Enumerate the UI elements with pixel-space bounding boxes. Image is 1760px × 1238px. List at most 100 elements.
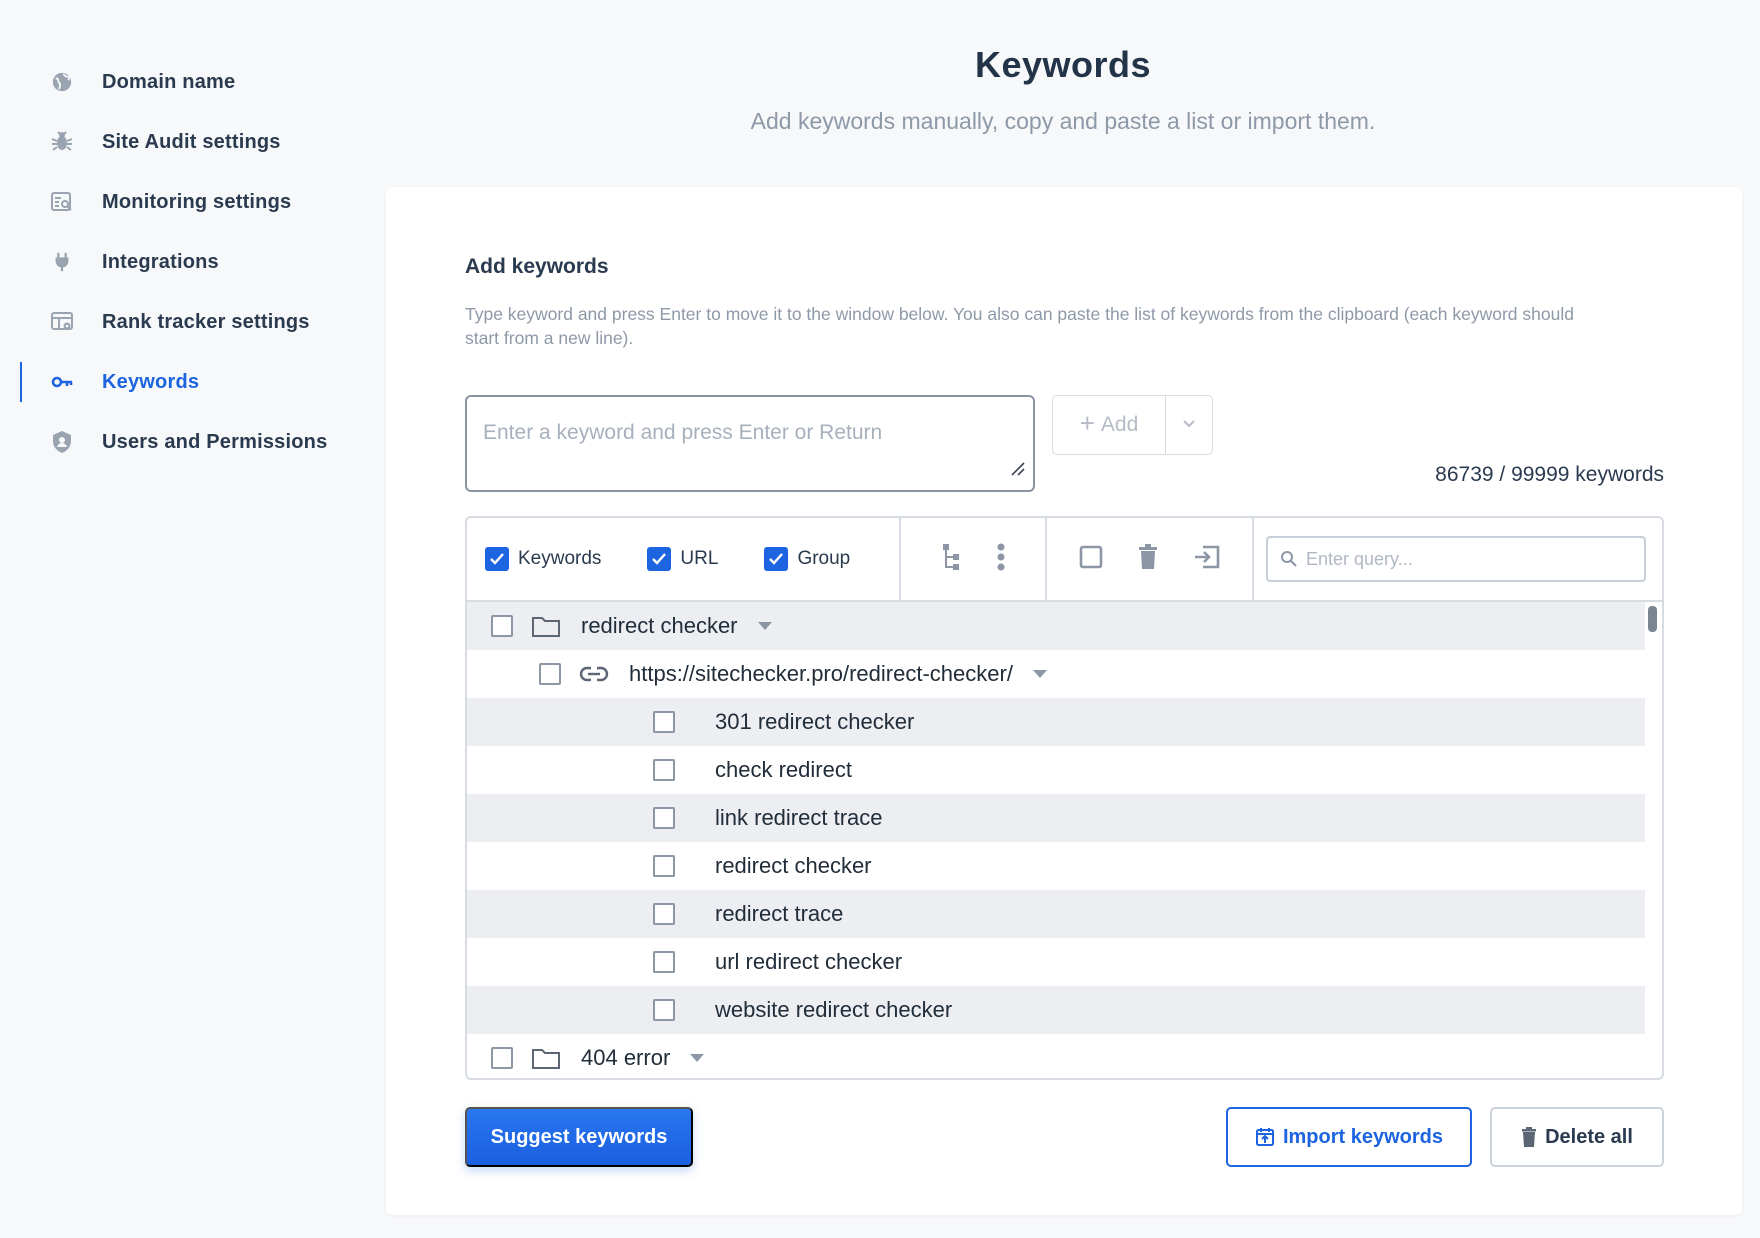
row-checkbox[interactable] <box>653 711 675 733</box>
tree-row-keyword[interactable]: url redirect checker <box>467 938 1645 986</box>
keyword-input[interactable]: Enter a keyword and press Enter or Retur… <box>465 395 1035 492</box>
search-icon <box>1280 550 1298 568</box>
column-toggles: Keywords URL Group <box>467 518 901 600</box>
page-header: Keywords Add keywords manually, copy and… <box>386 44 1740 135</box>
shield-user-icon <box>50 430 74 454</box>
row-checkbox[interactable] <box>653 999 675 1021</box>
plug-icon <box>50 250 74 274</box>
trash-icon <box>1521 1127 1537 1147</box>
resize-handle-icon[interactable] <box>1009 458 1025 482</box>
tree-row-group[interactable]: 404 error <box>467 1034 1645 1078</box>
tree-row-keyword[interactable]: redirect trace <box>467 890 1645 938</box>
move-to-icon[interactable] <box>1193 544 1221 575</box>
group-name: redirect checker <box>581 613 738 638</box>
keyword-text: website redirect checker <box>715 997 953 1022</box>
sidebar-item-label: Integrations <box>102 250 219 273</box>
search-input[interactable]: Enter query... <box>1266 536 1646 582</box>
bug-icon <box>50 130 74 154</box>
search-placeholder: Enter query... <box>1306 548 1413 569</box>
tree-row-keyword[interactable]: website redirect checker <box>467 986 1645 1034</box>
toggle-url[interactable]: URL <box>647 547 718 571</box>
import-keywords-label: Import keywords <box>1282 1125 1444 1148</box>
sidebar-item-monitoring-settings[interactable]: Monitoring settings <box>0 172 360 232</box>
toggle-group[interactable]: Group <box>764 547 850 571</box>
suggest-keywords-label: Suggest keywords <box>490 1125 668 1148</box>
sidebar: Domain name Site Audit settings Monitori… <box>0 52 360 472</box>
keyword-text: check redirect <box>715 757 852 782</box>
table-toolbar: Keywords URL Group Enter query... <box>467 518 1662 602</box>
caret-down-icon[interactable] <box>690 1054 705 1062</box>
page-subtitle: Add keywords manually, copy and paste a … <box>750 108 1376 134</box>
sidebar-item-label: Domain name <box>102 70 236 93</box>
checkbox-checked[interactable] <box>485 547 509 571</box>
caret-down-icon[interactable] <box>1032 670 1047 678</box>
tree-row-keyword[interactable]: redirect checker <box>467 842 1645 890</box>
row-checkbox[interactable] <box>653 807 675 829</box>
sidebar-item-label: Rank tracker settings <box>102 310 310 333</box>
toggle-label: URL <box>680 548 719 569</box>
sidebar-item-rank-tracker-settings[interactable]: Rank tracker settings <box>0 292 360 352</box>
checkbox-checked[interactable] <box>647 547 672 571</box>
page-title: Keywords <box>974 44 1152 85</box>
trash-icon[interactable] <box>1138 543 1158 575</box>
key-icon <box>50 370 74 394</box>
tree-row-group[interactable]: redirect checker <box>467 602 1645 650</box>
toggle-keywords[interactable]: Keywords <box>485 547 601 571</box>
tree-tools <box>901 518 1047 600</box>
row-checkbox[interactable] <box>491 1047 513 1069</box>
sidebar-item-site-audit-settings[interactable]: Site Audit settings <box>0 112 360 172</box>
tree-row-url[interactable]: https://sitechecker.pro/redirect-checker… <box>467 650 1645 698</box>
keyword-text: redirect trace <box>715 901 844 926</box>
keyword-text: link redirect trace <box>715 805 883 830</box>
sidebar-item-integrations[interactable]: Integrations <box>0 232 360 292</box>
add-button[interactable]: + Add <box>1053 396 1166 454</box>
row-checkbox[interactable] <box>539 663 561 685</box>
select-all-checkbox-icon[interactable] <box>1079 545 1103 574</box>
tree-row-keyword[interactable]: check redirect <box>467 746 1645 794</box>
sidebar-item-label: Keywords <box>102 370 200 393</box>
tree-structure-icon[interactable] <box>941 542 961 577</box>
delete-all-button[interactable]: Delete all <box>1490 1107 1664 1167</box>
add-keywords-card: Add keywords Type keyword and press Ente… <box>386 187 1742 1215</box>
tree-row-keyword[interactable]: link redirect trace <box>467 794 1645 842</box>
sidebar-item-users-and-permissions[interactable]: Users and Permissions <box>0 412 360 472</box>
scrollbar-thumb[interactable] <box>1648 606 1657 632</box>
row-checkbox[interactable] <box>653 951 675 973</box>
add-button-group: + Add <box>1052 395 1213 455</box>
section-title: Add keywords <box>465 255 609 278</box>
row-checkbox[interactable] <box>491 615 513 637</box>
suggest-keywords-button[interactable]: Suggest keywords <box>465 1107 693 1167</box>
add-button-label: Add <box>1100 413 1139 436</box>
row-checkbox[interactable] <box>653 855 675 877</box>
group-name: 404 error <box>581 1045 671 1070</box>
sidebar-item-domain-name[interactable]: Domain name <box>0 52 360 112</box>
keyword-text: redirect checker <box>715 853 872 878</box>
toggle-label: Keywords <box>518 548 602 569</box>
bulk-actions <box>1047 518 1254 600</box>
toggle-label: Group <box>797 548 851 569</box>
keyword-text: url redirect checker <box>715 949 903 974</box>
chevron-down-icon <box>1182 416 1196 434</box>
row-checkbox[interactable] <box>653 759 675 781</box>
tree-row-keyword[interactable]: 301 redirect checker <box>467 698 1645 746</box>
more-vertical-icon[interactable] <box>997 542 1005 577</box>
add-dropdown-button[interactable] <box>1166 396 1212 454</box>
caret-down-icon[interactable] <box>757 622 772 630</box>
plus-icon: + <box>1079 408 1095 438</box>
url-text: https://sitechecker.pro/redirect-checker… <box>629 661 1013 686</box>
keyword-input-placeholder: Enter a keyword and press Enter or Retur… <box>483 421 883 444</box>
row-checkbox[interactable] <box>653 903 675 925</box>
sidebar-item-keywords[interactable]: Keywords <box>0 352 360 412</box>
folder-icon <box>531 1046 561 1070</box>
checkbox-checked[interactable] <box>764 547 789 571</box>
keyword-text: 301 redirect checker <box>715 709 915 734</box>
globe-icon <box>50 70 74 94</box>
calendar-import-icon <box>1255 1127 1275 1147</box>
import-keywords-button[interactable]: Import keywords <box>1226 1107 1472 1167</box>
table-settings-icon <box>50 310 74 334</box>
section-hint: Type keyword and press Enter to move it … <box>465 304 1574 348</box>
monitor-search-icon <box>50 190 74 214</box>
keywords-table: Keywords URL Group Enter query... redire… <box>465 516 1664 1080</box>
sidebar-item-label: Users and Permissions <box>102 430 328 453</box>
delete-all-label: Delete all <box>1545 1125 1633 1148</box>
